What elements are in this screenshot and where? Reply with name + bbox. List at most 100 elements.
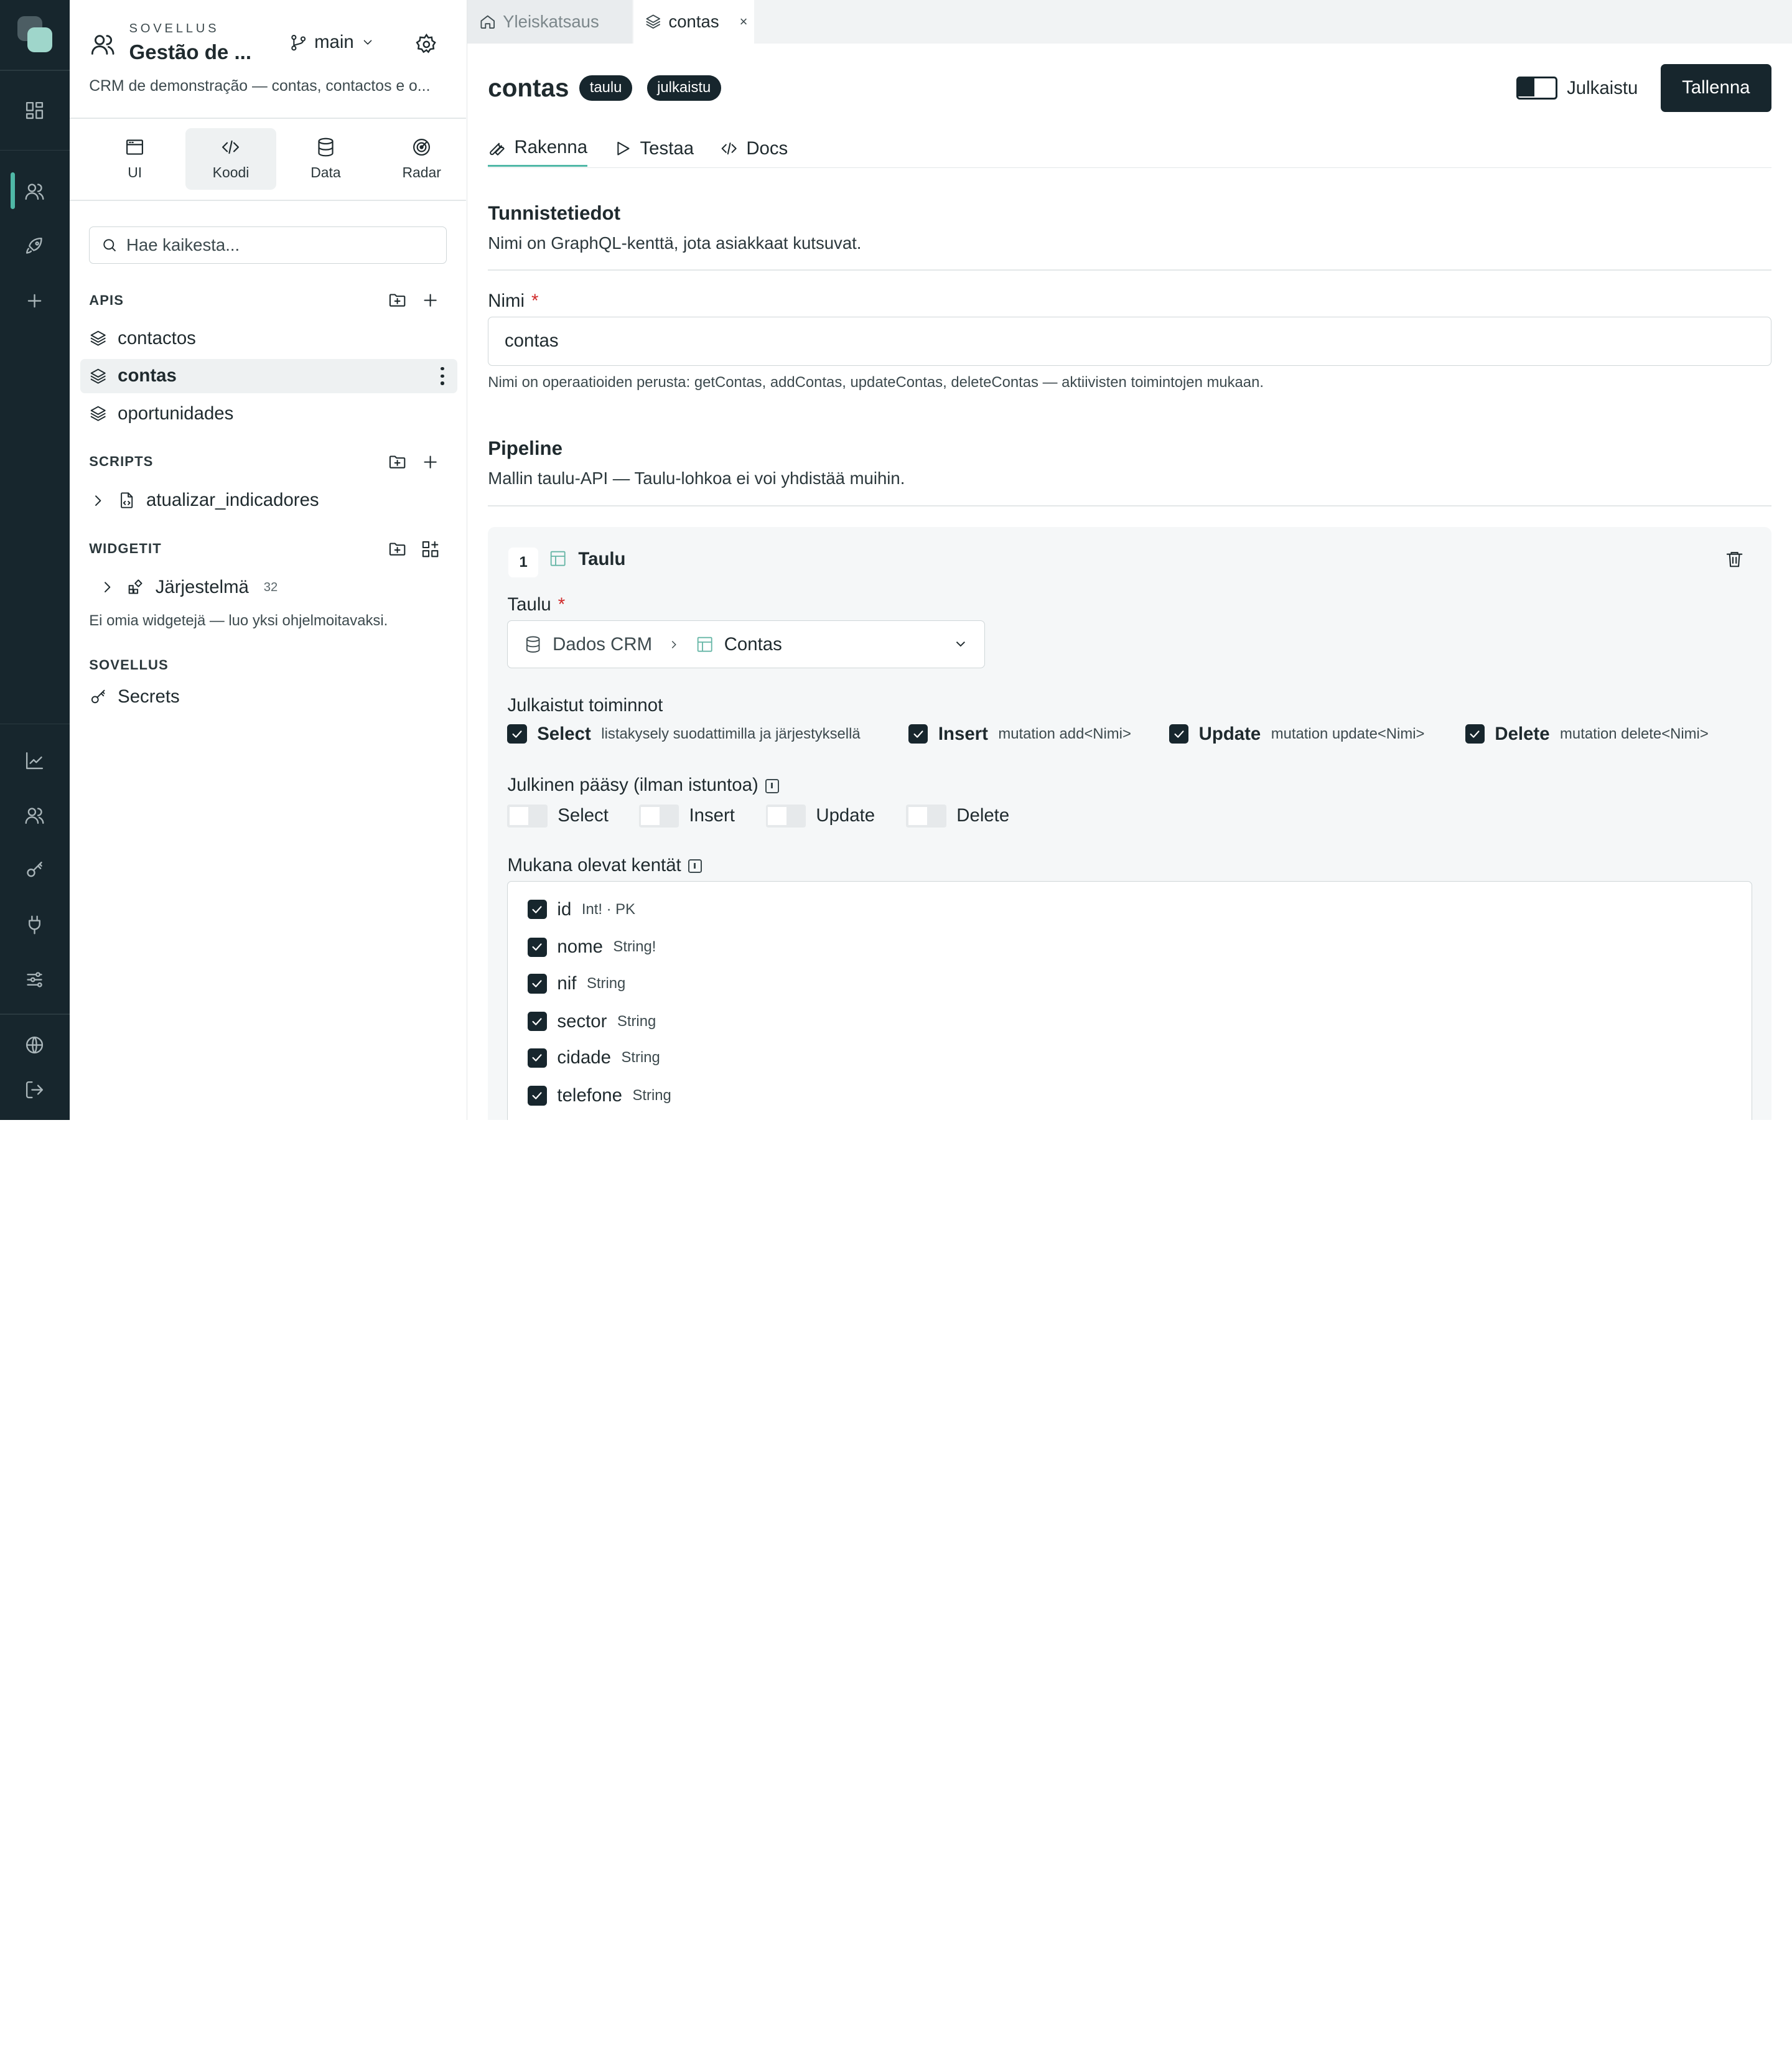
layers-icon (90, 406, 106, 421)
trash-icon[interactable] (1725, 549, 1744, 574)
plug-icon[interactable] (21, 911, 49, 940)
step-number: 1 (508, 547, 539, 577)
script-item[interactable]: atualizar_indicadores (80, 483, 457, 518)
public-select-toggle[interactable]: Select (507, 805, 609, 828)
globe-icon[interactable] (21, 1031, 49, 1060)
sliders-icon[interactable] (21, 966, 49, 994)
close-icon[interactable]: × (740, 14, 748, 30)
public-update-toggle[interactable]: Update (765, 805, 875, 828)
mode-ui[interactable]: UI (89, 128, 180, 190)
name-input[interactable] (488, 316, 1771, 366)
op-update-checkbox[interactable]: Update mutation update<Nimi> (1169, 724, 1424, 745)
tab-contas[interactable]: contas × (633, 0, 755, 44)
api-item-contas[interactable]: contas (80, 358, 457, 393)
info-icon[interactable] (688, 859, 702, 874)
field-row-sector[interactable]: sector String (527, 1011, 656, 1032)
mode-label: Radar (402, 164, 441, 180)
op-insert-checkbox[interactable]: Insert mutation add<Nimi> (908, 724, 1131, 745)
app-name[interactable]: Gestão de ... (129, 41, 252, 65)
section-title-apis: APIS (89, 292, 124, 309)
widgets-actions (388, 539, 440, 559)
plus-icon[interactable] (421, 452, 440, 472)
plus-icon[interactable] (421, 291, 440, 310)
new-folder-icon[interactable] (388, 291, 407, 310)
field-row-nif[interactable]: nif String (527, 973, 625, 994)
status-badge: julkaistu (646, 75, 721, 101)
field-row-cidade[interactable]: cidade String (527, 1047, 660, 1068)
subtab-test[interactable]: Testaa (614, 130, 694, 167)
add-widget-icon[interactable] (421, 539, 440, 559)
op-select-checkbox[interactable]: Select listakysely suodattimilla ja järj… (507, 724, 861, 745)
key-icon[interactable] (21, 856, 49, 885)
apis-actions (388, 291, 440, 310)
section-divider (488, 505, 1771, 506)
dashboard-icon[interactable] (21, 96, 49, 124)
field-row-telefone[interactable]: telefone String (527, 1085, 671, 1106)
key-icon (91, 689, 105, 703)
users-icon[interactable] (21, 177, 49, 206)
field-type: String! (613, 938, 656, 956)
public-insert-toggle[interactable]: Insert (638, 805, 735, 828)
chevron-right-icon[interactable] (98, 578, 116, 596)
api-item-label: oportunidades (118, 403, 234, 424)
app-kicker: SOVELLUS (129, 21, 220, 35)
widget-count: 32 (263, 580, 278, 594)
tab-overview[interactable]: Yleiskatsaus (467, 0, 632, 44)
subtab-build[interactable]: Rakenna (488, 130, 588, 167)
publish-toggle[interactable] (1516, 77, 1558, 100)
mode-data[interactable]: Data (280, 128, 371, 190)
api-item-label: contactos (118, 327, 196, 348)
subtab-label: Testaa (640, 138, 694, 159)
pipeline-heading: Pipeline (488, 437, 562, 460)
public-delete-toggle[interactable]: Delete (906, 805, 1009, 828)
chart-icon[interactable] (21, 746, 49, 775)
more-options-icon[interactable] (439, 366, 446, 385)
api-item-contactos[interactable]: contactos (80, 321, 457, 355)
api-item-oportunidades[interactable]: oportunidades (80, 396, 457, 431)
op-delete-checkbox[interactable]: Delete mutation delete<Nimi> (1465, 724, 1709, 745)
new-folder-icon[interactable] (388, 452, 407, 472)
required-marker: * (558, 594, 566, 615)
search-input[interactable] (126, 235, 435, 255)
layers-icon (90, 330, 106, 346)
search-icon (103, 239, 116, 252)
logout-icon[interactable] (21, 1075, 49, 1104)
info-icon[interactable] (765, 779, 779, 793)
app-item-secrets[interactable]: Secrets (80, 680, 457, 714)
plus-icon[interactable] (21, 287, 49, 315)
checkbox-checked (527, 974, 547, 994)
branch-selector[interactable]: main (289, 32, 375, 53)
field-name: nif (557, 973, 577, 994)
people-icon[interactable] (21, 801, 49, 830)
app-logo[interactable] (17, 16, 53, 53)
checkbox-checked (527, 1086, 547, 1106)
script-item-label: atualizar_indicadores (146, 490, 319, 511)
chevron-right-icon[interactable] (89, 492, 107, 510)
users-icon (90, 32, 115, 57)
table-select[interactable]: Dados CRM Contas (507, 620, 986, 669)
public-access-label: Julkinen pääsy (ilman istuntoa) (507, 775, 779, 796)
checkbox-checked (527, 1048, 547, 1068)
field-name: nome (557, 936, 603, 958)
save-button[interactable]: Tallenna (1660, 63, 1771, 112)
mode-code[interactable]: Koodi (185, 128, 277, 190)
rocket-icon[interactable] (21, 232, 49, 261)
subtab-label: Docs (746, 138, 788, 159)
new-folder-icon[interactable] (388, 539, 407, 559)
app-root: SOVELLUS Gestão de ... main CRM de demon… (0, 0, 1792, 1120)
field-row-nome[interactable]: nome String! (527, 936, 656, 958)
rail-divider (0, 70, 70, 71)
toggle-off (906, 805, 946, 828)
layers-icon (646, 14, 660, 29)
section-title-widgets: WIDGETIT (89, 540, 162, 556)
subtab-docs[interactable]: Docs (720, 130, 788, 167)
home-icon (480, 15, 495, 29)
search-box (89, 226, 447, 264)
gear-icon[interactable] (415, 33, 438, 56)
field-row-id[interactable]: id Int! · PK (527, 899, 635, 920)
widget-group-jarjestelma[interactable]: Järjestelmä 32 (80, 571, 457, 605)
widgets-icon (128, 579, 142, 594)
table-icon (549, 549, 567, 572)
mode-radar[interactable]: Radar (376, 128, 467, 190)
chevron-right-icon (671, 640, 676, 648)
